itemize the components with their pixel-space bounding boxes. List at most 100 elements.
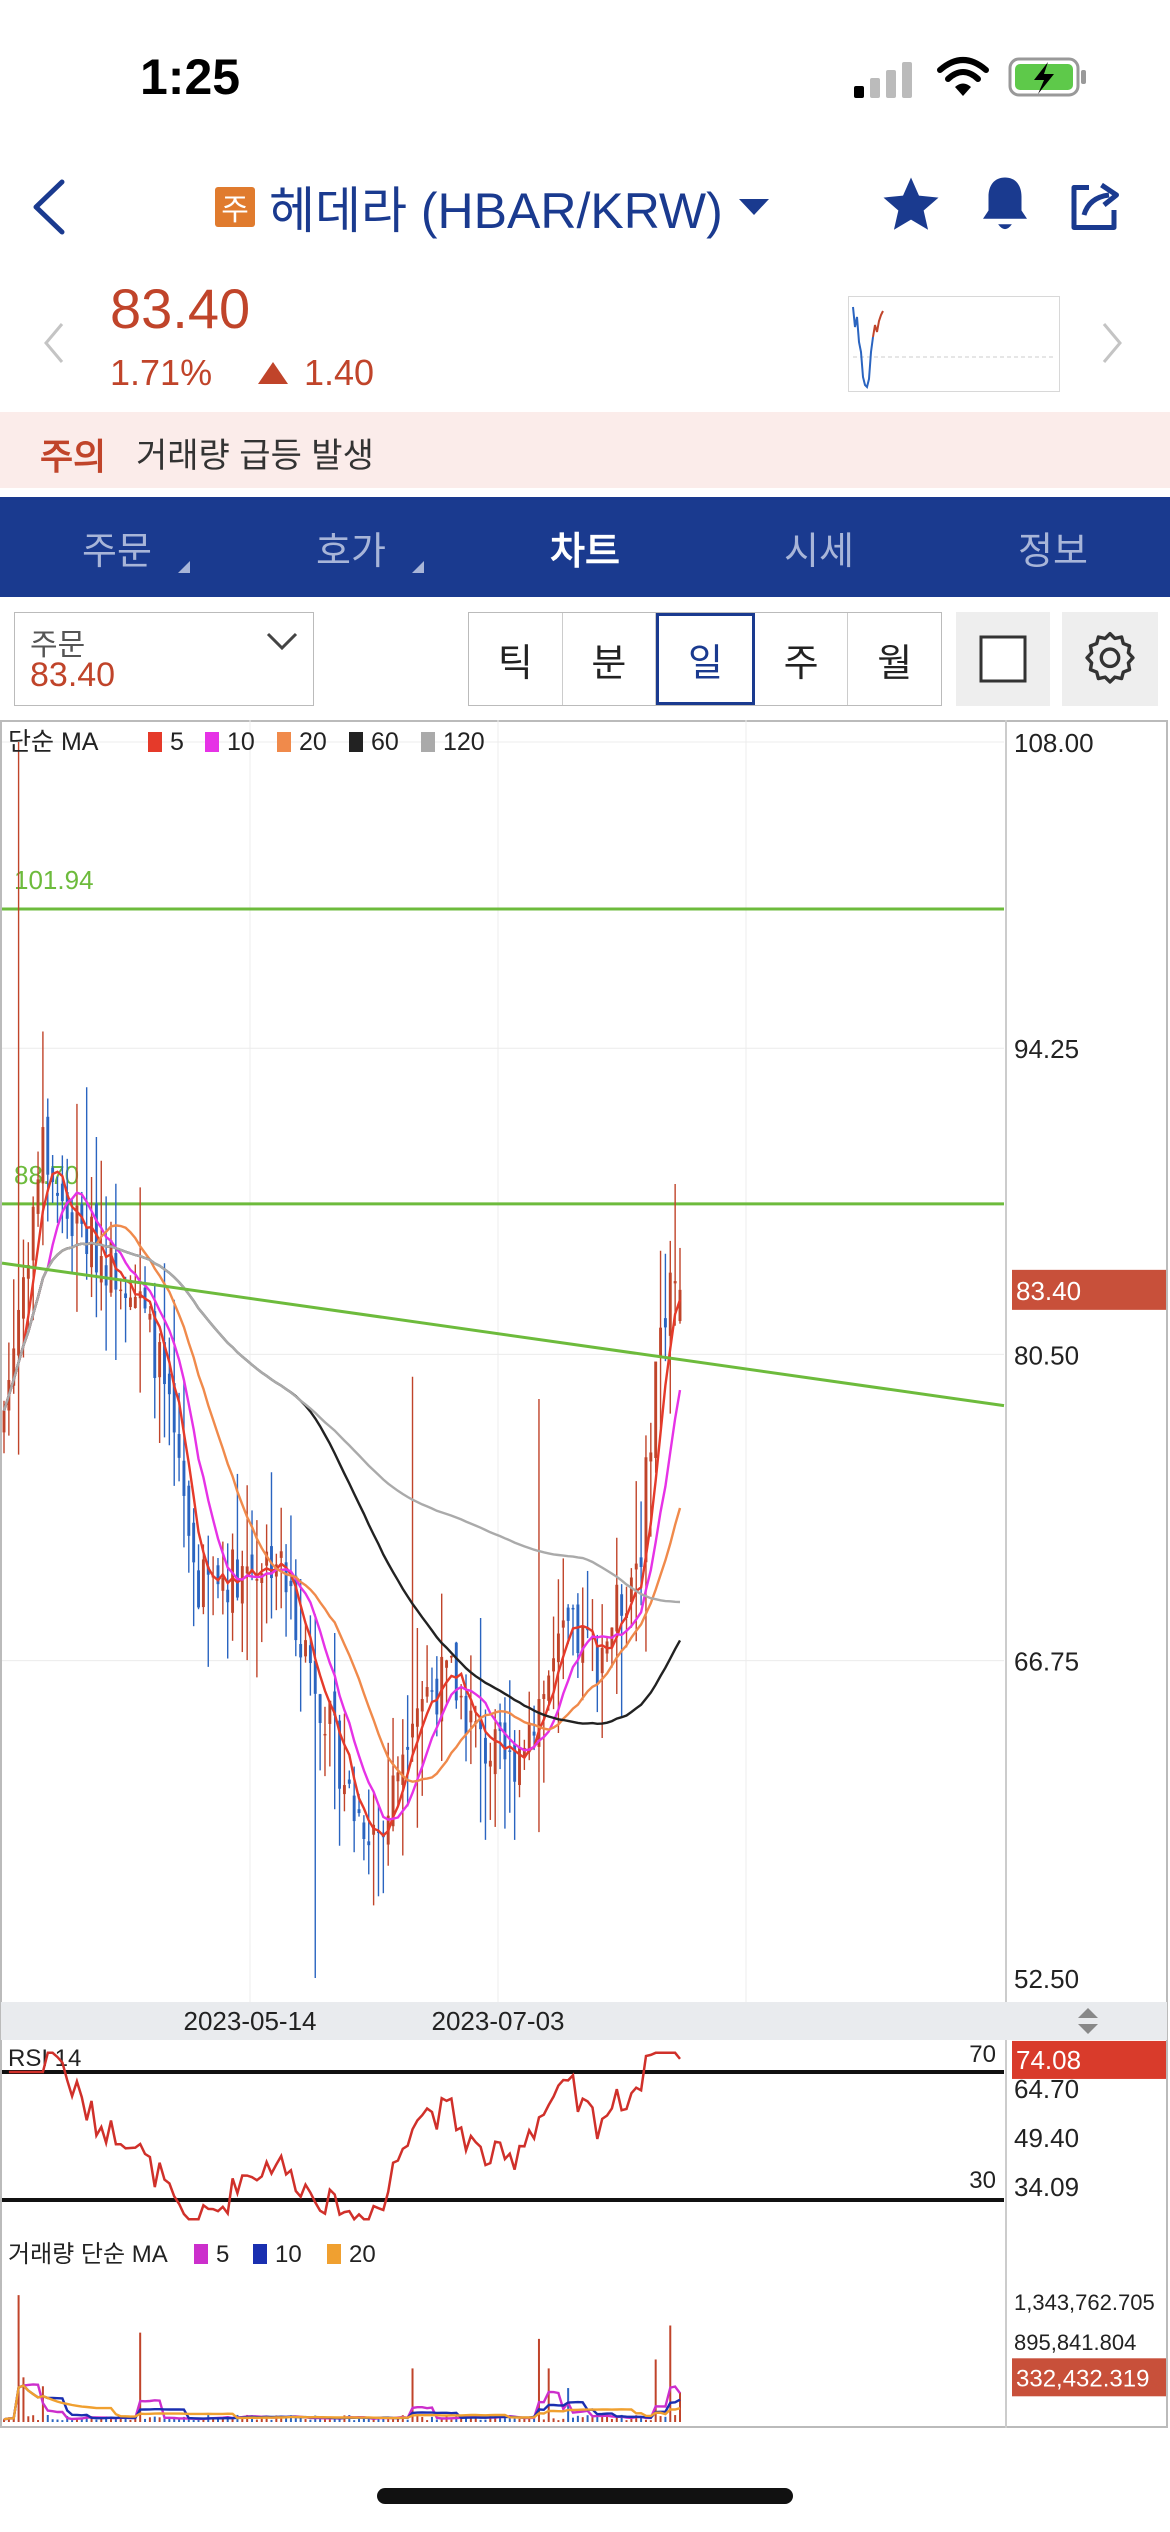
legend-title: 단순 MA [8, 728, 99, 756]
next-pair-icon[interactable] [1098, 318, 1128, 368]
triangle-up-icon [258, 362, 288, 384]
candle-body [488, 1760, 492, 1767]
corner-indicator-icon [178, 561, 190, 573]
candle-body [60, 1183, 64, 1202]
candle-body [114, 1253, 118, 1290]
candle-body [197, 1570, 200, 1608]
candle-body [634, 1563, 638, 1570]
tab-orderbook-label: 호가 [316, 530, 386, 573]
candle-body [318, 1694, 322, 1723]
candle-body [649, 1452, 653, 1462]
volume-legend-label: 5 [216, 2241, 229, 2268]
candle-body [668, 1272, 672, 1336]
candle-body [221, 1578, 225, 1591]
volume-title: 거래량 단순 MA [8, 2241, 168, 2268]
candle-body [449, 1655, 453, 1658]
candle-body [17, 1309, 21, 1356]
candle-body [396, 1772, 400, 1782]
drawing-tool-button[interactable] [956, 612, 1050, 706]
candle-body [542, 1694, 546, 1699]
tab-info-label: 정보 [1018, 530, 1088, 573]
star-icon[interactable] [878, 172, 944, 238]
candle-body [459, 1695, 463, 1698]
candle-body [70, 1212, 74, 1237]
candle-body [240, 1566, 244, 1604]
candle-body [279, 1551, 283, 1558]
rsi-y-tick: 34.09 [1014, 2172, 1079, 2202]
candle-body [357, 1809, 361, 1814]
y-tick: 80.50 [1014, 1340, 1079, 1370]
legend-swatch [421, 732, 435, 752]
candle-body [56, 1192, 59, 1196]
share-icon[interactable] [1064, 174, 1124, 236]
change-amount: 1.40 [258, 352, 374, 394]
candle-body [352, 1795, 356, 1822]
candle-body [493, 1729, 497, 1775]
pair-selector[interactable]: 주 헤데라 (HBAR/KRW) [215, 172, 769, 242]
candle-body [158, 1342, 162, 1378]
candle-body [2, 1410, 6, 1433]
interval-tick[interactable]: 틱 [469, 613, 563, 705]
candle-body [46, 1116, 50, 1175]
legend-label: 5 [170, 728, 184, 756]
candle-body [342, 1785, 346, 1795]
candle-body [464, 1695, 468, 1735]
volume-current-label: 332,432.319 [1016, 2365, 1149, 2392]
order-value: 83.40 [30, 656, 116, 694]
candle-body [663, 1318, 667, 1328]
candle-body [600, 1647, 604, 1674]
change-amount-value: 1.40 [304, 352, 375, 393]
interval-month[interactable]: 월 [848, 613, 941, 705]
tab-quotes-label: 시세 [784, 530, 854, 573]
candle-body [36, 1179, 40, 1214]
current-price: 83.40 [110, 277, 251, 340]
candle-body [187, 1485, 191, 1536]
candle-body [406, 1746, 410, 1750]
candle-body [148, 1313, 152, 1320]
tab-bar: 주문 호가 차트 시세 정보 [0, 497, 1170, 597]
rsi-level: 70 [969, 2041, 996, 2068]
candle-body [119, 1289, 123, 1292]
interval-minute[interactable]: 분 [563, 613, 657, 705]
candle-body [128, 1297, 132, 1307]
candle-body [367, 1841, 371, 1846]
price-chart[interactable]: 101.9488.70 108.0094.2580.5066.7552.5083… [0, 720, 1170, 2432]
interval-day[interactable]: 일 [656, 613, 755, 705]
candle-body [323, 1733, 327, 1736]
interval-week[interactable]: 주 [755, 613, 849, 705]
tab-order[interactable]: 주문 [0, 497, 234, 597]
candle-body [566, 1607, 570, 1621]
x-tick: 2023-07-03 [432, 2006, 565, 2036]
candle-body [532, 1731, 536, 1736]
volume-legend-label: 10 [275, 2241, 302, 2268]
prev-pair-icon[interactable] [38, 318, 68, 368]
candle-body [304, 1640, 307, 1657]
mini-sparkline[interactable] [848, 296, 1060, 392]
candle-body [430, 1690, 434, 1692]
rsi-level: 30 [969, 2167, 996, 2194]
volume-y-tick: 1,343,762.705 [1014, 2290, 1155, 2315]
volume-legend-swatch [194, 2244, 208, 2264]
candle-body [503, 1722, 507, 1760]
legend-label: 120 [443, 728, 485, 756]
back-icon[interactable] [18, 172, 78, 242]
candle-body [639, 1557, 643, 1568]
volume-legend-swatch [327, 2244, 341, 2264]
x-axis-band [1, 2002, 1167, 2040]
tab-info[interactable]: 정보 [936, 497, 1170, 597]
candle-body [425, 1687, 429, 1697]
candle-body [508, 1750, 512, 1752]
pair-title: 헤데라 (HBAR/KRW) [269, 183, 723, 239]
chart-settings-button[interactable] [1062, 612, 1158, 706]
candle-body [547, 1675, 551, 1701]
cellular-signal-icon [854, 62, 912, 98]
tab-chart[interactable]: 차트 [468, 497, 702, 597]
rsi-y-tick: 49.40 [1014, 2123, 1079, 2153]
tab-quotes[interactable]: 시세 [702, 497, 936, 597]
candle-body [308, 1645, 312, 1664]
candle-body [347, 1779, 351, 1784]
bell-icon[interactable] [972, 172, 1038, 238]
tab-orderbook[interactable]: 호가 [234, 497, 468, 597]
hline-label: 101.94 [14, 865, 94, 895]
legend-label: 10 [227, 728, 255, 756]
